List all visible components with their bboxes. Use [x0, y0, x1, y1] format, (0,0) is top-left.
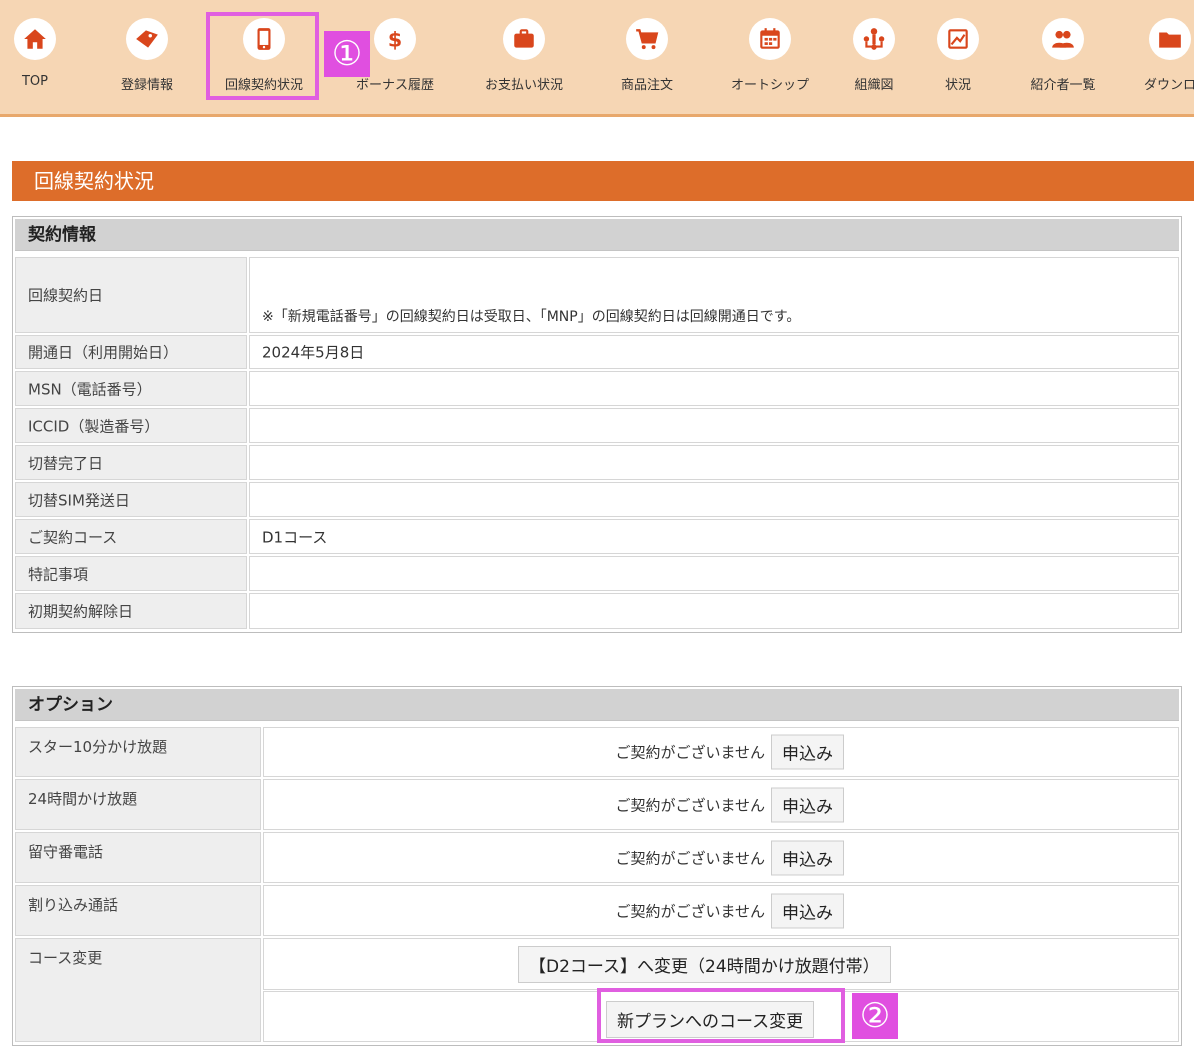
- row-value: [249, 482, 1179, 517]
- cart-icon: [626, 18, 668, 60]
- nav-item-referral-list[interactable]: 紹介者一覧: [1003, 18, 1123, 93]
- row-value: [249, 408, 1179, 443]
- row-label: 開通日（利用開始日）: [15, 335, 247, 369]
- row-label: 回線契約日: [15, 257, 247, 333]
- highlight-box-new-plan: [597, 988, 845, 1043]
- apply-button-star10[interactable]: 申込み: [771, 734, 844, 770]
- option-status-text: ご契約がございません: [615, 849, 765, 867]
- row-value: ご契約がございません 申込み: [263, 832, 1179, 883]
- table-row: スター10分かけ放題 ご契約がございません 申込み: [15, 727, 1179, 777]
- row-value: 【D2コース】へ変更（24時間かけ放題付帯）: [263, 938, 1179, 990]
- contract-course-value: D1コース: [262, 528, 328, 546]
- row-value: ご契約がございません 申込み: [263, 727, 1179, 777]
- row-label: MSN（電話番号）: [15, 371, 247, 406]
- nav-item-registration[interactable]: 登録情報: [87, 18, 207, 93]
- table-row: 割り込み通話 ご契約がございません 申込み: [15, 885, 1179, 936]
- row-label: ICCID（製造番号）: [15, 408, 247, 443]
- row-label: 留守番電話: [15, 832, 261, 883]
- row-value: ご契約がございません 申込み: [263, 779, 1179, 830]
- chart-icon: [937, 18, 979, 60]
- options-heading: オプション: [15, 689, 1179, 721]
- row-value: ※「新規電話番号」の回線契約日は受取日、「MNP」の回線契約日は回線開通日です。: [249, 257, 1179, 333]
- row-label: 24時間かけ放題: [15, 779, 261, 830]
- nav-item-top[interactable]: TOP: [0, 18, 95, 89]
- contract-info-heading: 契約情報: [15, 219, 1179, 251]
- row-label: 切替SIM発送日: [15, 482, 247, 517]
- page-title: 回線契約状況: [12, 161, 1194, 201]
- row-label: 特記事項: [15, 556, 247, 591]
- step-badge-1: ①: [324, 31, 370, 77]
- nav-label-referral-list: 紹介者一覧: [1030, 78, 1096, 93]
- table-row: 初期契約解除日: [15, 593, 1179, 629]
- change-to-d2-course-button[interactable]: 【D2コース】へ変更（24時間かけ放題付帯）: [518, 946, 891, 983]
- table-row: 開通日（利用開始日） 2024年5月8日: [15, 335, 1179, 369]
- nav-label-download: ダウンロ: [1143, 78, 1194, 93]
- calendar-icon: [749, 18, 791, 60]
- nav-label-registration: 登録情報: [120, 78, 173, 93]
- option-status-text: ご契約がございません: [615, 902, 765, 920]
- table-row: ご契約コース D1コース: [15, 519, 1179, 554]
- apply-button-call-waiting[interactable]: 申込み: [771, 893, 844, 928]
- briefcase-icon: [503, 18, 545, 60]
- table-row: 切替完了日: [15, 445, 1179, 480]
- dollar-icon: $: [374, 18, 416, 60]
- row-value: ご契約がございません 申込み: [263, 885, 1179, 936]
- table-row: 特記事項: [15, 556, 1179, 591]
- users-icon: [1042, 18, 1084, 60]
- table-row: 留守番電話 ご契約がございません 申込み: [15, 832, 1179, 883]
- row-value: [249, 371, 1179, 406]
- highlight-box-current-tab: [206, 12, 319, 100]
- nav-label-top: TOP: [21, 74, 48, 89]
- option-status-text: ご契約がございません: [615, 796, 765, 814]
- step-badge-2: ②: [852, 993, 898, 1039]
- tag-icon: [126, 18, 168, 60]
- nav-item-download[interactable]: ダウンロ: [1110, 18, 1194, 93]
- folder-icon: [1149, 18, 1191, 60]
- apply-button-24h[interactable]: 申込み: [771, 787, 844, 822]
- contract-info-table: 契約情報 回線契約日 ※「新規電話番号」の回線契約日は受取日、「MNP」の回線契…: [12, 216, 1182, 633]
- nav-item-payment-status[interactable]: お支払い状況: [464, 18, 584, 93]
- nav-item-product-order[interactable]: 商品注文: [587, 18, 707, 93]
- org-chart-icon: [853, 18, 895, 60]
- nav-label-payment-status: お支払い状況: [484, 78, 563, 93]
- row-label: ご契約コース: [15, 519, 247, 554]
- table-row: 回線契約日 ※「新規電話番号」の回線契約日は受取日、「MNP」の回線契約日は回線…: [15, 257, 1179, 333]
- nav-label-product-order: 商品注文: [620, 78, 673, 93]
- nav-item-autoship[interactable]: オートシップ: [710, 18, 830, 93]
- top-navigation: TOP 登録情報 回線契約状況 $ ボーナス履歴 お支払い状況 商品注文 オート…: [0, 0, 1194, 117]
- row-label: 初期契約解除日: [15, 593, 247, 629]
- row-value: [249, 445, 1179, 480]
- row-value: D1コース: [249, 519, 1179, 554]
- row-label: コース変更: [15, 938, 261, 1042]
- table-row: MSN（電話番号）: [15, 371, 1179, 406]
- option-status-text: ご契約がございません: [615, 743, 765, 762]
- home-icon: [14, 18, 56, 60]
- row-label: 切替完了日: [15, 445, 247, 480]
- svg-text:$: $: [388, 28, 402, 52]
- table-row: 切替SIM発送日: [15, 482, 1179, 517]
- contract-date-note: ※「新規電話番号」の回線契約日は受取日、「MNP」の回線契約日は回線開通日です。: [262, 309, 801, 325]
- row-value: [249, 593, 1179, 629]
- nav-label-autoship: オートシップ: [730, 78, 809, 93]
- apply-button-voicemail[interactable]: 申込み: [771, 840, 844, 875]
- table-row: ICCID（製造番号）: [15, 408, 1179, 443]
- row-value: [249, 556, 1179, 591]
- row-value: 2024年5月8日: [249, 335, 1179, 369]
- row-label: 割り込み通話: [15, 885, 261, 936]
- table-row: 24時間かけ放題 ご契約がございません 申込み: [15, 779, 1179, 830]
- nav-item-status[interactable]: 状況: [898, 18, 1018, 93]
- nav-label-status: 状況: [944, 78, 971, 93]
- row-label: スター10分かけ放題: [15, 727, 261, 777]
